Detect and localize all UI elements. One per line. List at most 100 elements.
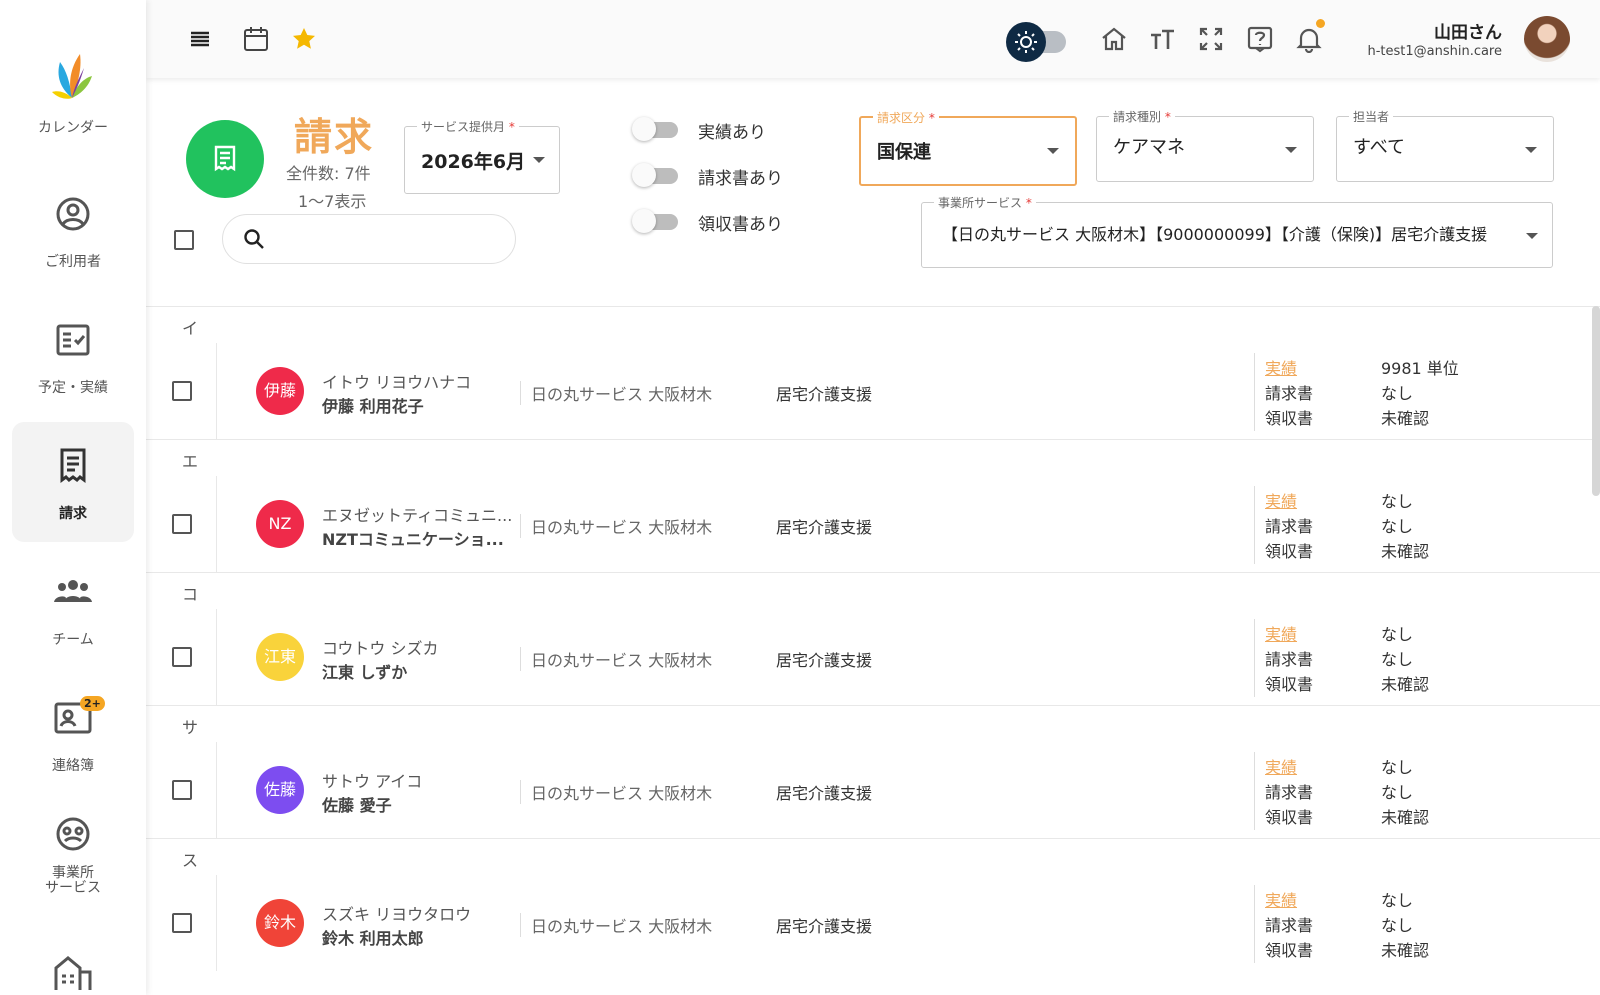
sidebar: カレンダー ご利用者 予定・実績 請求 チーム 2+ 連絡簿 事業所 サービス — [0, 0, 146, 995]
service-cell: 居宅介護支援 — [776, 917, 873, 936]
service-cell: 居宅介護支援 — [776, 518, 873, 537]
sidebar-item-team[interactable]: チーム — [12, 548, 134, 668]
office-cell: 日の丸サービス 大阪材木 — [520, 913, 712, 937]
fullscreen-icon[interactable] — [1197, 25, 1225, 53]
office-service-label: 事業所サービス — [938, 196, 1023, 210]
performance-link[interactable]: 実績 — [1265, 887, 1297, 911]
office-service-select[interactable]: 事業所サービス * 【日の丸サービス 大阪材木】【9000000099】【介護（… — [921, 194, 1553, 268]
billing-category-select[interactable]: 請求区分 * 国保連 — [859, 109, 1077, 186]
group-header: ス — [146, 838, 1600, 876]
invoice-label: 請求書 — [1265, 384, 1314, 403]
menu-icon[interactable] — [186, 25, 214, 53]
performance-link[interactable]: 実績 — [1265, 754, 1297, 778]
performance-link[interactable]: 実績 — [1265, 488, 1297, 512]
chevron-down-icon — [1047, 148, 1059, 154]
receipt-value: 未確認 — [1381, 808, 1430, 827]
user-avatar: 佐藤 — [256, 766, 304, 814]
user-avatar: NZ — [256, 500, 304, 548]
receipt-icon — [213, 145, 237, 173]
row-checkbox[interactable] — [172, 647, 192, 667]
user-name-cell[interactable]: 伊藤 利用花子 — [322, 393, 424, 417]
service-month-label: サービス提供月 — [421, 120, 506, 134]
invoice-value: なし — [1381, 916, 1414, 935]
user-name-cell[interactable]: 江東 しずか — [322, 659, 407, 683]
user-name-cell[interactable]: 佐藤 愛子 — [322, 792, 392, 816]
table-row[interactable]: 鈴木 スズキ リヨウタロウ 鈴木 利用太郎 日の丸サービス 大阪材木 居宅介護支… — [146, 875, 1600, 971]
office-cell: 日の丸サービス 大阪材木 — [520, 780, 712, 804]
group-letter: イ — [182, 319, 199, 338]
table-row[interactable]: NZ エヌゼットティコミュニ... NZTコミュニケーショ... 日の丸サービス… — [146, 476, 1600, 572]
group-letter: サ — [182, 718, 199, 737]
group-header: エ — [146, 439, 1600, 477]
status-box: 実績 なし 請求書 なし 領収書 未確認 — [1254, 752, 1555, 830]
invoice-value: なし — [1381, 650, 1414, 669]
user-email: h-test1@anshin.care — [1367, 44, 1502, 59]
avatar[interactable] — [1524, 16, 1570, 62]
sidebar-item-calendar[interactable]: カレンダー — [12, 18, 134, 138]
select-all-checkbox[interactable] — [174, 230, 194, 250]
group-header: イ — [146, 306, 1600, 344]
status-box: 実績 なし 請求書 なし 領収書 未確認 — [1254, 885, 1555, 963]
performance-value: 9981 単位 — [1381, 359, 1459, 378]
table-row[interactable]: 江東 コウトウ シズカ 江東 しずか 日の丸サービス 大阪材木 居宅介護支援 実… — [146, 609, 1600, 705]
sidebar-item-users[interactable]: ご利用者 — [12, 170, 134, 290]
search-input[interactable] — [222, 214, 516, 264]
sidebar-item-office-service[interactable]: 事業所 サービス — [12, 800, 134, 920]
search-icon — [243, 228, 265, 250]
receipt-value: 未確認 — [1381, 675, 1430, 694]
group-letter: コ — [182, 585, 199, 604]
table-row[interactable]: 佐藤 サトウ アイコ 佐藤 愛子 日の丸サービス 大阪材木 居宅介護支援 実績 … — [146, 742, 1600, 838]
user-avatar: 鈴木 — [256, 899, 304, 947]
sidebar-item-billing[interactable]: 請求 — [12, 422, 134, 542]
checklist-icon — [53, 320, 93, 360]
user-name-cell[interactable]: NZTコミュニケーショ... — [322, 526, 504, 550]
row-checkbox[interactable] — [172, 780, 192, 800]
invoice-label: 請求書 — [1265, 916, 1314, 935]
office-cell: 日の丸サービス 大阪材木 — [520, 381, 712, 405]
office-service-value: 【日の丸サービス 大阪材木】【9000000099】【介護（保険)】居宅介護支援 — [942, 225, 1488, 244]
row-checkbox[interactable] — [172, 381, 192, 401]
switch-receipt-label: 領収書あり — [698, 215, 783, 235]
service-cell: 居宅介護支援 — [776, 385, 873, 404]
chevron-down-icon — [1285, 147, 1297, 153]
home-icon[interactable] — [1100, 25, 1128, 53]
theme-toggle[interactable] — [1006, 22, 1068, 62]
user-name[interactable]: 山田さん — [1434, 18, 1502, 43]
service-cell: 居宅介護支援 — [776, 651, 873, 670]
receipt-label: 領収書 — [1265, 409, 1314, 428]
user-name-cell[interactable]: 鈴木 利用太郎 — [322, 925, 424, 949]
star-icon[interactable] — [290, 25, 318, 53]
font-size-icon[interactable] — [1148, 25, 1176, 53]
invoice-value: なし — [1381, 517, 1414, 536]
chevron-down-icon — [1526, 233, 1538, 239]
performance-link[interactable]: 実績 — [1265, 621, 1297, 645]
performance-value: なし — [1381, 492, 1414, 511]
sidebar-item-schedule[interactable]: 予定・実績 — [12, 296, 134, 416]
table-row[interactable]: 伊藤 イトウ リヨウハナコ 伊藤 利用花子 日の丸サービス 大阪材木 居宅介護支… — [146, 343, 1600, 439]
assignee-label: 担当者 — [1349, 108, 1394, 125]
billing-type-select[interactable]: 請求種別 * ケアマネ — [1096, 108, 1314, 182]
sidebar-item-contact-book[interactable]: 2+ 連絡簿 — [12, 674, 134, 794]
scrollbar[interactable] — [1592, 306, 1600, 496]
calendar-icon[interactable] — [242, 25, 270, 53]
invoice-label: 請求書 — [1265, 783, 1314, 802]
row-checkbox[interactable] — [172, 913, 192, 933]
service-month-select[interactable]: サービス提供月 * 2026年6月 — [404, 118, 560, 194]
row-checkbox[interactable] — [172, 514, 192, 534]
performance-link[interactable]: 実績 — [1265, 355, 1297, 379]
performance-value: なし — [1381, 625, 1414, 644]
user-kana: コウトウ シズカ — [322, 639, 439, 658]
help-icon[interactable] — [1246, 25, 1274, 53]
billing-circle-button[interactable] — [186, 120, 264, 198]
assignee-select[interactable]: 担当者 すべて — [1336, 108, 1554, 182]
service-cell: 居宅介護支援 — [776, 784, 873, 803]
building-icon[interactable] — [52, 950, 92, 990]
receipt-label: 領収書 — [1265, 808, 1314, 827]
main-content: 請求 全件数: 7件 1〜7表示 サービス提供月 * 2026年6月 実績あり … — [146, 78, 1600, 995]
sidebar-label-office-service: 事業所 サービス — [45, 865, 101, 896]
user-avatar: 伊藤 — [256, 367, 304, 415]
chevron-down-icon — [1525, 147, 1537, 153]
receipt-label: 領収書 — [1265, 941, 1314, 960]
bell-icon[interactable] — [1295, 19, 1325, 53]
invoice-label: 請求書 — [1265, 650, 1314, 669]
